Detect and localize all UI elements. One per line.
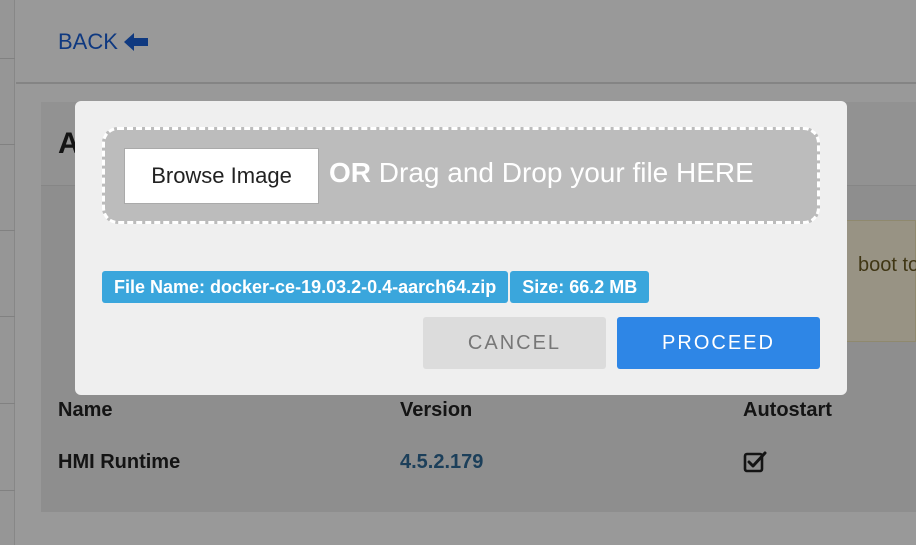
proceed-button[interactable]: PROCEED [617, 317, 820, 369]
browse-image-button[interactable]: Browse Image [124, 148, 319, 204]
file-size-badge: Size: 66.2 MB [510, 271, 650, 303]
upload-modal: Browse Image OR Drag and Drop your file … [75, 101, 847, 395]
cancel-button[interactable]: CANCEL [423, 317, 606, 369]
file-dropzone[interactable]: Browse Image OR Drag and Drop your file … [102, 127, 820, 224]
file-info-badges: File Name: docker-ce-19.03.2-0.4-aarch64… [102, 271, 650, 303]
file-name-badge: File Name: docker-ce-19.03.2-0.4-aarch64… [102, 271, 509, 303]
drop-text-label: Drag and Drop your file HERE [378, 157, 754, 188]
drop-instructions: OR Drag and Drop your file HERE [329, 157, 754, 189]
drop-or-label: OR [329, 157, 371, 188]
